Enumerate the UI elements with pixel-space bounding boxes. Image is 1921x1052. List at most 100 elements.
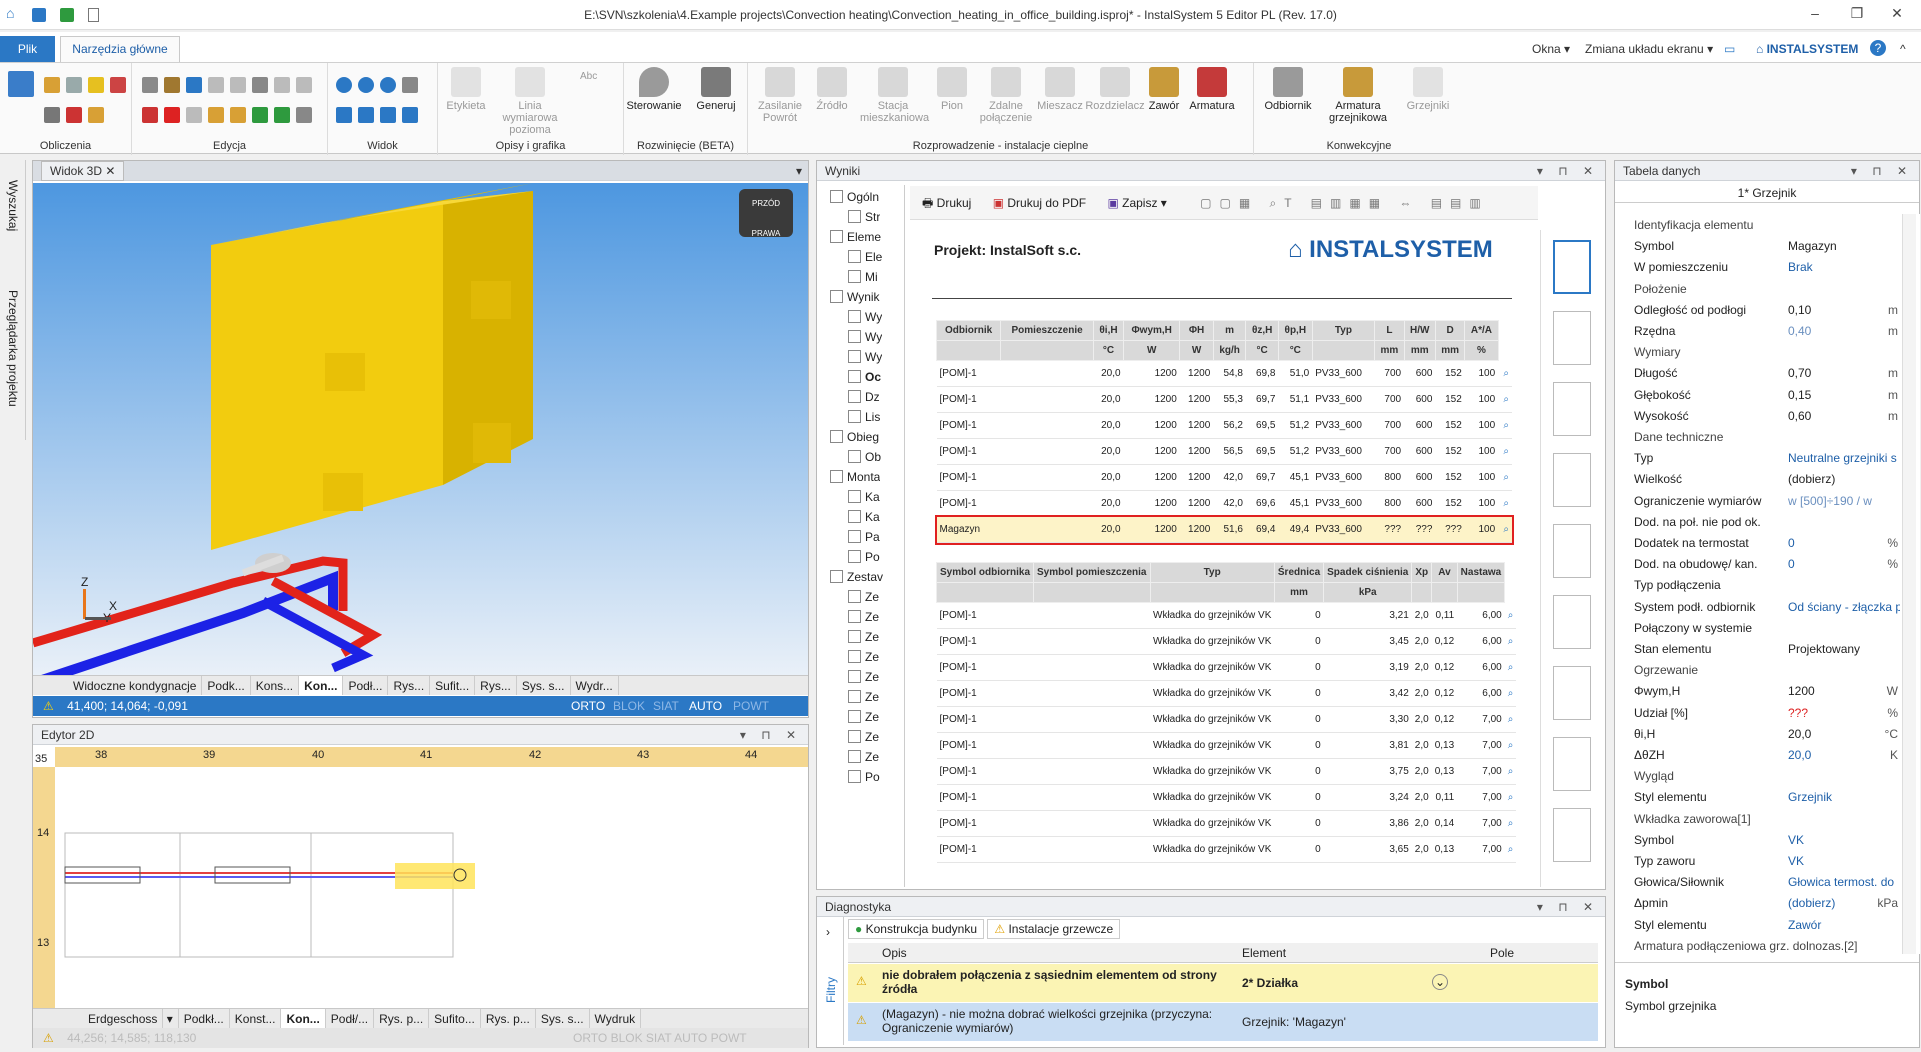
page-thumbnail[interactable]: [1553, 737, 1591, 791]
col-pole[interactable]: Pole: [1490, 943, 1514, 963]
tree-node[interactable]: Str: [848, 207, 880, 227]
e2d-tab-6[interactable]: Sufito...: [429, 1009, 481, 1028]
zrodlo-button[interactable]: Źródło: [804, 67, 860, 112]
table-row[interactable]: Magazyn 20,0 1200 1200 51,6 69,4 49,4 PV33_600?…: [934, 514, 1514, 545]
property-row[interactable]: Głębokość 0,15 m: [1618, 384, 1903, 406]
edit-icon-2[interactable]: [230, 77, 246, 93]
e2d-tab-7[interactable]: Rys. p...: [481, 1009, 536, 1028]
tree-node[interactable]: Wy: [848, 347, 882, 367]
tree-node[interactable]: Wy: [848, 307, 882, 327]
abc-text-button[interactable]: Abc: [580, 71, 597, 82]
search-icon[interactable]: ⌕: [1498, 412, 1512, 439]
property-category[interactable]: Ogrzewanie: [1618, 659, 1903, 681]
edit-icon-6[interactable]: [208, 107, 224, 123]
tree-node[interactable]: Ka: [848, 507, 880, 527]
property-row[interactable]: Styl elementu Grzejnik: [1618, 786, 1903, 808]
tree-node[interactable]: Ob: [848, 447, 881, 467]
table-row[interactable]: [POM]-1 Wkładka do grzejników VK 0 3,30 2,0 0…: [936, 706, 1517, 733]
calc-icon-7[interactable]: [88, 107, 104, 123]
e2d-tab-8[interactable]: Sys. s...: [536, 1009, 590, 1028]
collapse-ribbon-icon[interactable]: ^: [1900, 42, 1906, 56]
panel-buttons[interactable]: ▾ ⊓ ✕: [1537, 897, 1599, 917]
pdf-button[interactable]: ▣ Drukuj do PDF: [993, 196, 1086, 210]
calc-icon-6[interactable]: [66, 107, 82, 123]
expand-filter-icon[interactable]: ›: [826, 925, 830, 939]
layer-tab-1[interactable]: Podk...: [202, 676, 251, 695]
property-row[interactable]: Δpmin (dobierz) kPa: [1618, 892, 1903, 914]
property-row[interactable]: Dod. na obudowę/ kan. 0%: [1618, 553, 1903, 575]
layer-tab-5[interactable]: Rys...: [388, 676, 431, 695]
property-row[interactable]: θi,H 20,0 °C: [1618, 723, 1903, 745]
tree-node[interactable]: Ze: [848, 707, 879, 727]
edit-icon-8[interactable]: [252, 107, 268, 123]
diag-row[interactable]: ⚠ nie dobrałem połączenia z sąsiednim el…: [848, 964, 1598, 1002]
view-icon-2[interactable]: [358, 107, 374, 123]
chevron-down-icon[interactable]: ⌄: [1432, 974, 1448, 990]
e2d-tab-4[interactable]: Podł/...: [326, 1009, 375, 1028]
table-row[interactable]: [POM]-1 Wkładka do grzejników VK 0 3,86 2,0 0…: [936, 810, 1517, 837]
property-category[interactable]: Wymiary: [1618, 341, 1903, 363]
zoom-window-icon[interactable]: [380, 77, 396, 93]
property-value[interactable]: Projektowany: [1788, 638, 1900, 660]
generuj-button[interactable]: Generuj: [688, 67, 744, 112]
tree-node[interactable]: Po: [848, 767, 880, 787]
search-icon[interactable]: ⌕: [1504, 602, 1517, 629]
property-row[interactable]: W pomieszczeniu Brak: [1618, 256, 1903, 278]
edit-icon-9[interactable]: [274, 107, 290, 123]
report-scrollbar[interactable]: [1540, 220, 1602, 228]
print-button[interactable]: 🖶 Drukuj: [922, 196, 971, 210]
tree-node[interactable]: Zestav: [830, 567, 883, 587]
close-icon[interactable]: ✕: [105, 164, 115, 178]
property-category[interactable]: Armatura podłączeniowa grz. dolnozas.[2]: [1618, 935, 1903, 954]
diag-row[interactable]: ⚠ (Magazyn) - nie można dobrać wielkości…: [848, 1003, 1598, 1041]
page-thumbnail[interactable]: [1553, 382, 1591, 436]
edit-icon-10[interactable]: [296, 107, 312, 123]
table-row[interactable]: [POM]-1 20,0 1200 1200 54,8 69,8 51,0 PV33_600 7…: [936, 360, 1512, 387]
tree-node[interactable]: Ogóln: [830, 187, 879, 207]
redo-icon[interactable]: [186, 107, 202, 123]
page-thumbnail[interactable]: [1553, 808, 1591, 862]
layer-tab-8[interactable]: Sys. s...: [517, 676, 571, 695]
layer-tab-6[interactable]: Sufit...: [430, 676, 476, 695]
property-row[interactable]: Głowica/Siłownik Głowica termost. do: [1618, 871, 1903, 893]
calc-table-icon[interactable]: [8, 71, 34, 97]
zoom-in-icon[interactable]: [336, 77, 352, 93]
table-row[interactable]: [POM]-1 20,0 1200 1200 55,3 69,7 51,1 PV33_600 7…: [936, 386, 1512, 413]
tree-node[interactable]: Ze: [848, 747, 879, 767]
search-icon[interactable]: ⌕: [1498, 386, 1512, 413]
property-category[interactable]: Wygląd: [1618, 765, 1903, 787]
layer-tab-7[interactable]: Rys...: [475, 676, 517, 695]
search-icon[interactable]: ⌕: [1498, 438, 1512, 465]
tree-node[interactable]: Obieg: [830, 427, 879, 447]
table-row[interactable]: [POM]-1 20,0 1200 1200 42,0 69,7 45,1 PV33_600 8…: [936, 464, 1512, 491]
layer-tab-4[interactable]: Podł...: [343, 676, 389, 695]
property-row[interactable]: Typ podłączenia: [1618, 574, 1903, 596]
property-value[interactable]: Zawór: [1788, 914, 1900, 936]
property-row[interactable]: Stan elementu Projektowany: [1618, 638, 1903, 660]
close-icon[interactable]: ✕: [1882, 5, 1912, 22]
e2d-tab-5[interactable]: Rys. p...: [374, 1009, 430, 1028]
table-row[interactable]: [POM]-1 Wkładka do grzejników VK 0 3,24 2,0 0…: [936, 784, 1517, 811]
table-row[interactable]: [POM]-1 20,0 1200 1200 42,0 69,6 45,1 PV33_600 8…: [936, 490, 1512, 517]
zdalne-button[interactable]: Zdalne połączenie: [974, 67, 1038, 124]
menu-okna[interactable]: Okna ▾: [1532, 42, 1570, 56]
mode-orto[interactable]: ORTO: [571, 696, 605, 716]
search-icon[interactable]: ⌕: [1498, 490, 1512, 517]
search-icon[interactable]: ⌕: [1504, 784, 1517, 811]
view-icon-3[interactable]: [380, 107, 396, 123]
tree-node[interactable]: Oc: [848, 367, 881, 387]
tab-konstrukcja[interactable]: ● Konstrukcja budynku: [848, 919, 984, 939]
mode-blok[interactable]: BLOK: [613, 696, 645, 716]
pion-button[interactable]: Pion: [924, 67, 980, 112]
view-icon-4[interactable]: [402, 107, 418, 123]
property-row[interactable]: Symbol Magazyn: [1618, 235, 1903, 257]
cut-icon[interactable]: [142, 107, 158, 123]
e2d-tab-9[interactable]: Wydruk: [590, 1009, 642, 1028]
view3d-tab[interactable]: Widok 3D ✕: [41, 161, 125, 181]
table-row[interactable]: [POM]-1 20,0 1200 1200 56,2 69,5 51,2 PV33_600 7…: [936, 412, 1512, 439]
table-row[interactable]: [POM]-1 Wkładka do grzejników VK 0 3,81 2,0 0…: [936, 732, 1517, 759]
page-thumbnail[interactable]: [1553, 595, 1591, 649]
page-thumbnail[interactable]: [1553, 666, 1591, 720]
panel-buttons[interactable]: ▾ ⊓ ✕: [740, 725, 802, 745]
property-row[interactable]: Długość 0,70 m: [1618, 362, 1903, 384]
